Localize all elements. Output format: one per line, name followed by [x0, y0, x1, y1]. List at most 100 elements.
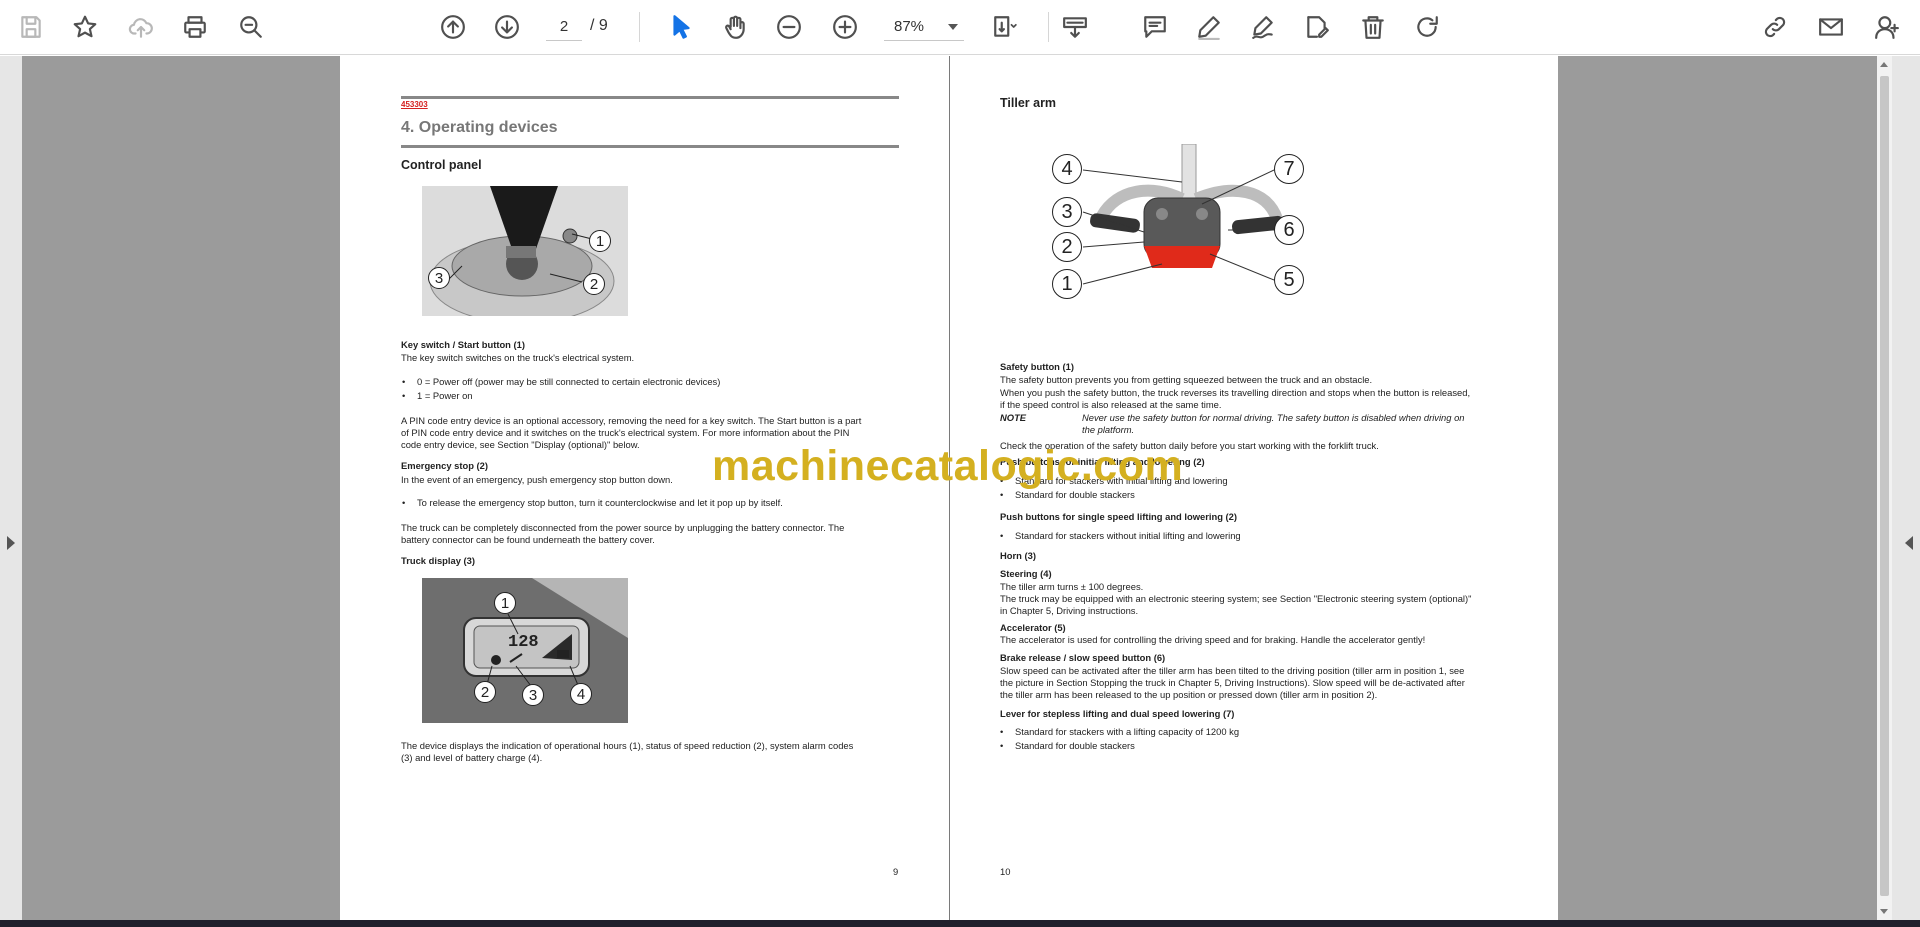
callout-4: 4 — [570, 683, 592, 705]
print-button[interactable] — [178, 10, 212, 44]
save-button[interactable] — [14, 10, 48, 44]
comment-button[interactable] — [1138, 10, 1172, 44]
callout-1: 1 — [494, 592, 516, 614]
steering-heading: Steering (4) — [1000, 568, 1052, 579]
envelope-icon — [1819, 18, 1843, 36]
horn-heading: Horn (3) — [1000, 550, 1036, 561]
draw-button[interactable] — [1246, 10, 1280, 44]
scroll-mode-button[interactable] — [1058, 10, 1092, 44]
scroll-mode-icon — [1063, 17, 1087, 38]
brake-text-line: the tiller arm has been released to the … — [1000, 689, 1378, 700]
callout-1: 1 — [589, 230, 611, 252]
callout-6: 6 — [1274, 215, 1304, 245]
toolbar-divider — [639, 12, 640, 42]
comment-icon — [1144, 16, 1166, 38]
chevron-down-icon — [948, 24, 958, 30]
rotate-button[interactable] — [1410, 10, 1444, 44]
select-tool-button[interactable] — [664, 10, 698, 44]
cursor-arrow-icon — [673, 15, 690, 39]
rotate-icon — [1417, 16, 1438, 37]
scrollbar-thumb[interactable] — [1880, 76, 1889, 896]
hand-tool-button[interactable] — [718, 10, 752, 44]
expand-right-icon — [1905, 536, 1913, 550]
callout-3: 3 — [522, 684, 544, 706]
safety-text-line: When you push the safety button, the tru… — [1000, 387, 1471, 398]
lever-bullet-1: Standard for double stackers — [1015, 740, 1135, 751]
delete-button[interactable] — [1356, 10, 1390, 44]
disconnect-text-line: The truck can be completely disconnected… — [401, 522, 845, 533]
zoom-select[interactable]: 87% — [884, 13, 964, 41]
callout-3: 3 — [428, 267, 450, 289]
steering-text-line: The tiller arm turns ± 100 degrees. — [1000, 581, 1144, 592]
stamp-edit-icon — [1307, 16, 1329, 38]
save-icon — [21, 16, 41, 38]
magnifier-icon — [240, 16, 262, 38]
display-text-line: (3) and level of battery charge (4). — [401, 752, 543, 763]
note-text-line: Never use the safety button for normal d… — [1082, 412, 1465, 423]
emergency-text: In the event of an emergency, push emerg… — [401, 474, 673, 485]
single-bullet: Standard for stackers without initial li… — [1015, 530, 1241, 541]
callout-3: 3 — [1052, 197, 1082, 227]
page-number: 10 — [1000, 866, 1011, 877]
display-reading: 128 — [508, 633, 539, 652]
page-total: / 9 — [590, 17, 608, 34]
tiller-arm-image: 4 3 2 1 7 6 5 — [1032, 143, 1322, 304]
zoom-in-button[interactable] — [828, 10, 862, 44]
section-title: 4. Operating devices — [401, 119, 558, 136]
lever-heading: Lever for stepless lifting and dual spee… — [1000, 708, 1235, 719]
header-rule — [401, 145, 899, 148]
key-switch-heading: Key switch / Start button (1) — [401, 339, 525, 350]
safety-text-line: The safety button prevents you from gett… — [1000, 374, 1373, 385]
note-label: NOTE — [1000, 412, 1027, 423]
safety-heading: Safety button (1) — [1000, 361, 1074, 372]
zoom-value: 87% — [894, 18, 925, 35]
previous-page-button[interactable] — [436, 10, 470, 44]
page-number: 9 — [893, 866, 899, 877]
page-number-input[interactable] — [546, 13, 582, 41]
right-panel-toggle[interactable] — [1892, 56, 1920, 920]
accelerator-heading: Accelerator (5) — [1000, 622, 1066, 633]
left-panel-toggle[interactable] — [0, 56, 22, 920]
header-rule — [401, 96, 899, 99]
taskbar-strip — [0, 920, 1920, 927]
email-button[interactable] — [1814, 10, 1848, 44]
arrow-down-circle-icon — [495, 15, 519, 39]
minus-circle-icon — [777, 15, 801, 39]
scroll-down-icon — [1880, 909, 1888, 914]
page-fit-button[interactable] — [988, 10, 1022, 44]
key-switch-text: The key switch switches on the truck's e… — [401, 352, 635, 363]
emergency-bullet: To release the emergency stop button, tu… — [417, 497, 783, 508]
pen-icon — [1198, 16, 1220, 40]
note-text-line: the platform. — [1082, 424, 1135, 435]
vertical-scrollbar[interactable] — [1877, 56, 1892, 920]
hand-icon — [725, 15, 745, 39]
key-bullet-1: 1 = Power on — [417, 390, 473, 401]
highlight-button[interactable] — [1192, 10, 1226, 44]
upload-cloud-button[interactable] — [124, 10, 158, 44]
cloud-upload-icon — [128, 18, 153, 38]
link-button[interactable] — [1758, 10, 1792, 44]
safety-text-line: if the speed control is also released at… — [1000, 399, 1222, 410]
display-text-line: The device displays the indication of op… — [401, 740, 854, 751]
bullet-icon: • — [1000, 530, 1004, 541]
zoom-out-button[interactable] — [772, 10, 806, 44]
pin-text-line: of PIN code entry device and it switches… — [401, 427, 850, 438]
disconnect-text-line: battery connector can be found underneat… — [401, 534, 655, 545]
bullet-icon: • — [1000, 726, 1004, 737]
control-panel-image: 1 2 3 — [422, 186, 628, 316]
callout-7: 7 — [1274, 154, 1304, 184]
brake-text-line: the picture in Section Stopping the truc… — [1000, 677, 1465, 688]
bookmark-star-button[interactable] — [68, 10, 102, 44]
toolbar-divider — [1048, 12, 1049, 42]
share-user-button[interactable] — [1870, 10, 1904, 44]
star-icon — [73, 15, 97, 38]
lever-bullet-0: Standard for stackers with a lifting cap… — [1015, 726, 1240, 737]
find-zoom-button[interactable] — [234, 10, 268, 44]
pin-text-line: A PIN code entry device is an optional a… — [401, 415, 862, 426]
next-page-button[interactable] — [490, 10, 524, 44]
stamp-button[interactable] — [1300, 10, 1334, 44]
single-heading: Push buttons for single speed lifting an… — [1000, 511, 1237, 522]
freehand-pen-icon — [1252, 16, 1273, 39]
key-bullet-0: 0 = Power off (power may be still connec… — [417, 376, 721, 387]
link-icon — [1764, 16, 1786, 38]
